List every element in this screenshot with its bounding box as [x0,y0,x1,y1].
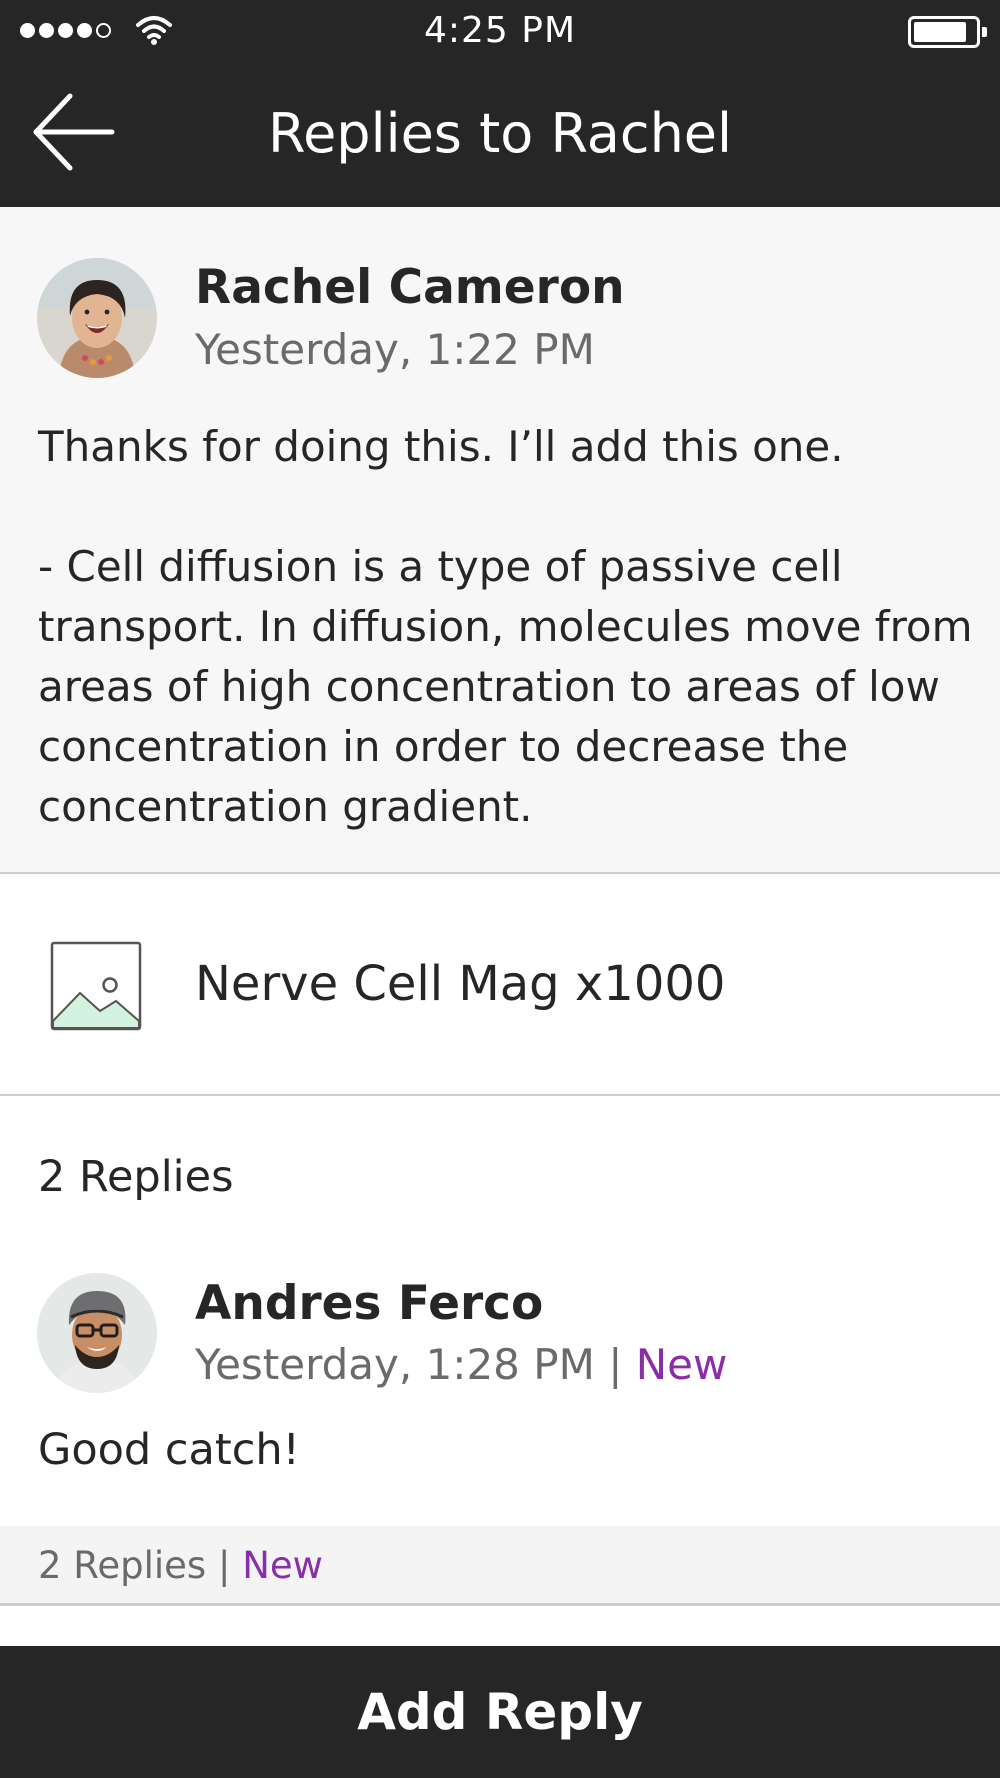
image-icon [50,941,142,1031]
replies-count-header: 2 Replies [38,1152,234,1202]
new-badge: New [242,1544,323,1587]
nested-replies-count: 2 Replies [38,1544,207,1587]
page-title: Replies to Rachel [267,102,733,165]
avatar [37,258,157,378]
replies-screen: 4:25 PM Replies to Rachel Rachel Cameron… [0,0,1000,1778]
status-time: 4:25 PM [423,10,577,51]
battery-icon [908,16,987,48]
author-name[interactable]: Andres Ferco [195,1276,543,1331]
reply-time: Yesterday, 1:28 PM [195,1340,595,1389]
attachment-row[interactable]: Nerve Cell Mag x1000 [0,876,1000,1096]
author-name[interactable]: Rachel Cameron [195,260,625,315]
nav-bar: Replies to Rachel [0,62,1000,207]
nested-replies-link[interactable]: 2 Replies | New [0,1526,1000,1606]
reply-item: Andres Ferco Yesterday, 1:28 PM | New Go… [0,1240,1000,1526]
add-reply-button[interactable]: Add Reply [0,1646,1000,1778]
attachment-label: Nerve Cell Mag x1000 [195,956,726,1012]
post-timestamp: Yesterday, 1:22 PM [195,325,595,374]
nested-replies-summary: 2 Replies | New [38,1544,323,1587]
separator: | [217,1544,231,1587]
original-post: Rachel Cameron Yesterday, 1:22 PM Thanks… [0,207,1000,874]
new-badge: New [635,1340,728,1389]
reply-timestamp: Yesterday, 1:28 PM | New [195,1340,727,1389]
separator: | [608,1340,623,1389]
reply-body: Good catch! [38,1425,300,1475]
post-body: Thanks for doing this. I’ll add this one… [38,422,973,831]
avatar [37,1273,157,1393]
status-bar: 4:25 PM [0,0,1000,62]
